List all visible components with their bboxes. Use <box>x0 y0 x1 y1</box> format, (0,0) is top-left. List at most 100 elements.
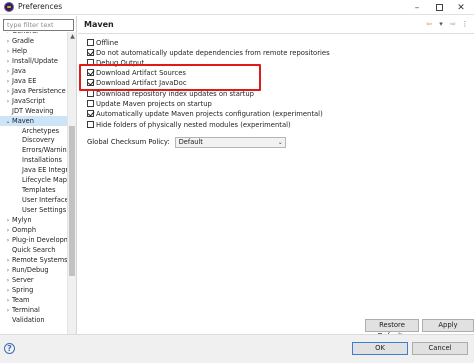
checkbox-checked-icon[interactable] <box>87 69 94 76</box>
chevron-right-icon[interactable]: › <box>4 286 12 295</box>
tree-item[interactable]: JDT Weaving <box>0 106 67 116</box>
option-checkbox-row[interactable]: Automatically update Maven projects conf… <box>87 109 323 119</box>
chevron-right-icon[interactable]: › <box>4 256 12 265</box>
checkbox-checked-icon[interactable] <box>87 110 94 117</box>
tree-item-label: Remote Systems <box>12 255 67 264</box>
tree-item[interactable]: › JavaScript <box>0 96 67 106</box>
restore-defaults-button[interactable]: Restore Defaults <box>365 319 419 340</box>
option-checkbox-row[interactable]: Download Artifact Sources <box>87 68 186 78</box>
page-title: Maven <box>84 20 114 29</box>
chevron-down-icon: ⌄ <box>277 138 283 146</box>
checkbox-unchecked-icon[interactable] <box>87 59 94 66</box>
chevron-right-icon[interactable]: › <box>4 306 12 315</box>
tree-item[interactable]: › Remote Systems <box>0 255 67 265</box>
tree-item[interactable]: › Java Persistence <box>0 86 67 96</box>
option-checkbox-row[interactable]: Do not automatically update dependencies… <box>87 48 330 58</box>
tree-item-label: JavaScript <box>12 96 46 105</box>
tree-item-label: Quick Search <box>12 245 56 254</box>
tree-item[interactable]: User Settings <box>0 205 67 215</box>
tree-item[interactable]: Java EE Integrat <box>0 165 67 175</box>
chevron-right-icon[interactable]: › <box>4 226 12 235</box>
ok-button[interactable]: OK <box>352 342 408 355</box>
tree-item[interactable]: User Interface <box>0 195 67 205</box>
tree-item-label: JDT Weaving <box>12 106 54 115</box>
minimize-button[interactable]: – <box>406 0 428 15</box>
checkbox-unchecked-icon[interactable] <box>87 39 94 46</box>
help-icon[interactable]: ? <box>4 343 15 354</box>
option-label: Update Maven projects on startup <box>96 99 212 108</box>
tree-item-label: Team <box>12 295 30 304</box>
chevron-right-icon[interactable]: › <box>4 266 12 275</box>
option-checkbox-row[interactable]: Offline <box>87 38 118 48</box>
tree-item-label: Archetypes <box>22 126 60 135</box>
tree-item[interactable]: › Install/Update <box>0 56 67 66</box>
checksum-policy-value: Default <box>178 137 203 146</box>
close-button[interactable]: ✕ <box>450 0 472 15</box>
tree-item[interactable]: › Java EE <box>0 76 67 86</box>
tree-item[interactable]: › Plug-in Developm <box>0 235 67 245</box>
tree-item[interactable]: › Help <box>0 46 67 56</box>
chevron-right-icon[interactable]: › <box>4 296 12 305</box>
tree-item[interactable]: › Oomph <box>0 225 67 235</box>
chevron-right-icon[interactable]: › <box>4 47 12 56</box>
view-menu-icon[interactable]: ⋮ <box>460 19 470 30</box>
eclipse-logo-icon <box>4 2 14 12</box>
tree-item[interactable]: Templates <box>0 185 67 195</box>
tree-item[interactable]: ⌄Maven <box>0 115 67 126</box>
chevron-right-icon[interactable]: › <box>4 276 12 285</box>
chevron-right-icon[interactable]: › <box>4 67 12 76</box>
chevron-right-icon[interactable]: › <box>4 236 12 245</box>
chevron-right-icon[interactable]: › <box>4 216 12 225</box>
tree-item-label: Lifecycle Mappi <box>22 176 67 185</box>
tree-item[interactable]: Validation <box>0 315 67 325</box>
tree-item[interactable]: Discovery <box>0 135 67 145</box>
scroll-up-icon[interactable]: ▲ <box>68 32 77 41</box>
option-checkbox-row[interactable]: Update Maven projects on startup <box>87 99 212 109</box>
window-title: Preferences <box>18 2 63 11</box>
option-checkbox-row[interactable]: Download repository index updates on sta… <box>87 89 254 99</box>
tree-item-label: Java EE Integrat <box>22 166 67 175</box>
checkbox-unchecked-icon[interactable] <box>87 90 94 97</box>
tree-item[interactable]: › Spring <box>0 285 67 295</box>
forward-arrow-icon[interactable]: ⇨ <box>448 19 458 30</box>
option-checkbox-row[interactable]: Hide folders of physically nested module… <box>87 120 291 130</box>
tree-item[interactable]: › Java <box>0 66 67 76</box>
cancel-button[interactable]: Cancel <box>412 342 468 355</box>
checkbox-checked-icon[interactable] <box>87 79 94 86</box>
tree-item-label: Help <box>12 46 28 55</box>
title-bar: Preferences – ✕ <box>0 0 474 15</box>
tree-item[interactable]: Installations <box>0 155 67 165</box>
tree-item[interactable]: › Run/Debug <box>0 265 67 275</box>
chevron-down-icon[interactable]: ⌄ <box>4 117 12 126</box>
back-menu-icon[interactable]: ▾ <box>436 19 446 30</box>
checkbox-unchecked-icon[interactable] <box>87 100 94 107</box>
maximize-button[interactable] <box>428 0 450 15</box>
chevron-right-icon[interactable]: › <box>4 37 12 46</box>
tree-item[interactable]: › Terminal <box>0 305 67 315</box>
tree-item[interactable]: Archetypes <box>0 126 67 136</box>
preferences-tree-panel: type filter text ›General›Gradle›Help›In… <box>0 16 77 348</box>
tree-item[interactable]: Errors/Warnings <box>0 145 67 155</box>
tree-item[interactable]: › Mylyn <box>0 215 67 225</box>
tree-item[interactable]: Lifecycle Mappi <box>0 175 67 185</box>
checkbox-unchecked-icon[interactable] <box>87 121 94 128</box>
tree-vertical-scrollbar[interactable]: ▲ ▼ <box>67 32 76 348</box>
back-arrow-icon[interactable]: ⇦ <box>424 19 434 30</box>
apply-button[interactable]: Apply <box>422 319 474 332</box>
tree-item-label: General <box>12 32 38 35</box>
checkbox-checked-icon[interactable] <box>87 49 94 56</box>
chevron-right-icon[interactable]: › <box>4 87 12 96</box>
chevron-right-icon[interactable]: › <box>4 77 12 86</box>
chevron-right-icon[interactable]: › <box>4 57 12 66</box>
tree-item[interactable]: › Gradle <box>0 36 67 46</box>
checksum-policy-select[interactable]: Default ⌄ <box>174 136 286 148</box>
filter-input[interactable]: type filter text <box>3 19 74 31</box>
tree-item[interactable]: Quick Search <box>0 245 67 255</box>
tree-item[interactable]: › Server <box>0 275 67 285</box>
tree-item[interactable]: › Team <box>0 295 67 305</box>
chevron-right-icon[interactable]: › <box>4 97 12 106</box>
scrollbar-thumb[interactable] <box>69 126 75 276</box>
tree-item-label: Validation <box>12 315 45 324</box>
option-checkbox-row[interactable]: Download Artifact JavaDoc <box>87 78 187 88</box>
option-checkbox-row[interactable]: Debug Output <box>87 58 144 68</box>
